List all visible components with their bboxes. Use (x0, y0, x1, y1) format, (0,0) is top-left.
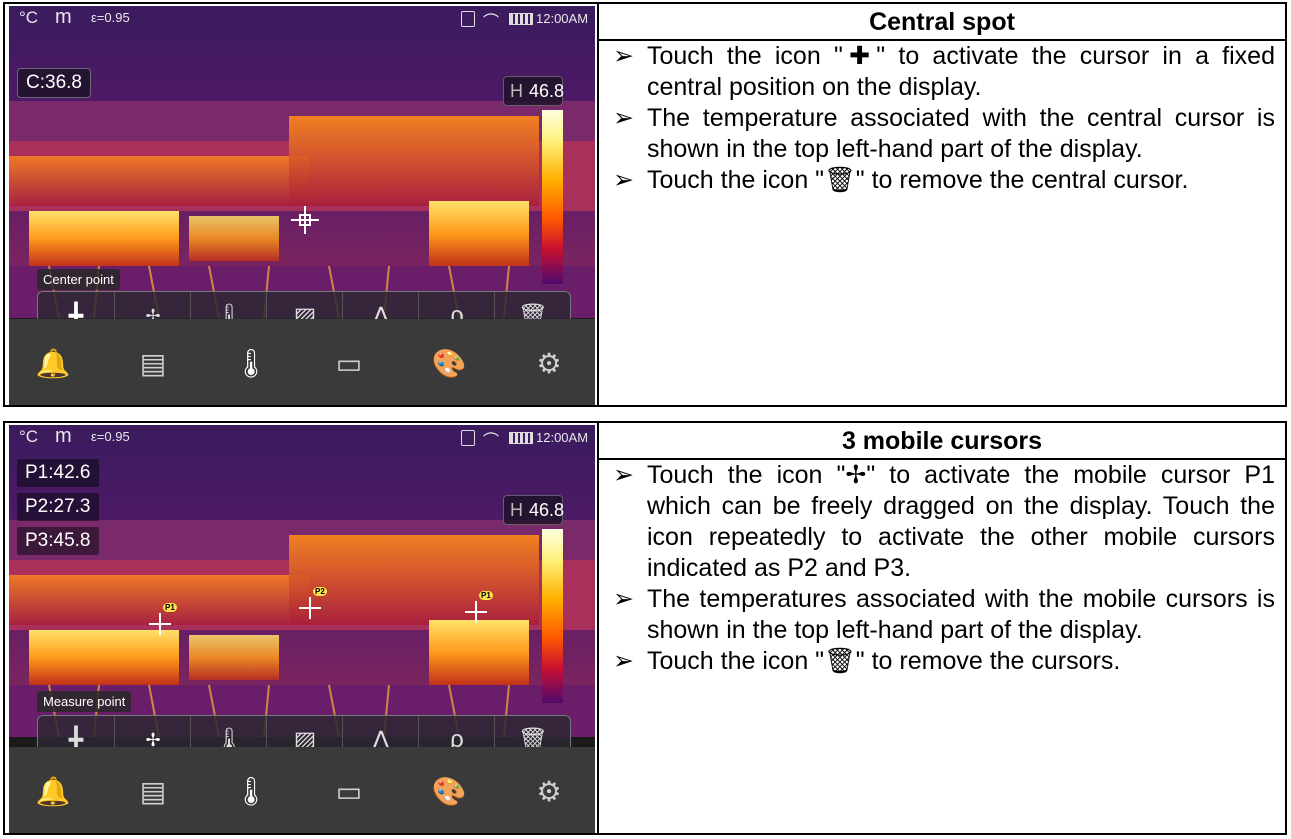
max-temp-box: H 46.8 (503, 76, 565, 106)
center-temp-readout: C:36.8 (17, 68, 91, 98)
section-title: 3 mobile cursors (599, 423, 1285, 460)
measure-mode: m (55, 6, 72, 28)
sd-card-icon (461, 430, 475, 446)
p2-temp-readout: P2:27.3 (17, 493, 99, 521)
bullet-item: ➢ Touch the icon "🗑" to remove the centra… (613, 166, 1189, 194)
sd-card-icon (461, 11, 475, 27)
mobile-cursor-p2[interactable]: P2 (299, 587, 327, 619)
settings-icon[interactable]: ⚙ (525, 343, 573, 383)
battery-icon (509, 13, 533, 25)
status-bar: °C m ε=0.95 ⌒ 12:00AM (9, 425, 595, 451)
max-label: H (510, 81, 523, 101)
settings-icon[interactable]: ⚙ (525, 771, 573, 811)
image-icon[interactable]: ▭ (325, 771, 373, 811)
bullet-item: ➢ Touch the icon "✚" to activate the curs… (613, 42, 1275, 101)
section-title: Central spot (599, 4, 1285, 41)
wifi-icon: ⌒ (483, 14, 500, 31)
p1-temp-readout: P1:42.6 (17, 459, 99, 487)
bottom-nav: 🔔 ▤ 🌡 ▭ 🎨 ⚙ (9, 747, 595, 833)
bullet-list: ➢ Touch the icon "✚" to activate the curs… (599, 41, 1285, 196)
alarm-bell-icon[interactable]: 🔔 (29, 771, 77, 811)
max-temp-box: H 46.8 (503, 495, 565, 525)
color-scale-bar (542, 529, 563, 703)
alarm-bell-icon[interactable]: 🔔 (29, 343, 77, 383)
bottom-nav: 🔔 ▤ 🌡 ▭ 🎨 ⚙ (9, 319, 595, 405)
clock: 12:00AM (536, 430, 589, 445)
bullet-arrow-icon: ➢ (613, 166, 634, 194)
status-bar: °C m ε=0.95 ⌒ 12:00AM (9, 6, 595, 32)
emissivity-value: ε=0.95 (91, 10, 130, 25)
p3-temp-readout: P3:45.8 (17, 527, 99, 555)
bullet-item: ➢ The temperature associated with the cen… (613, 104, 1275, 163)
bullet-item: ➢ Touch the icon "✢" to activate the mobi… (613, 461, 1275, 582)
text-column: Central spot ➢ Touch the icon "✚" to acti… (599, 4, 1285, 196)
temperature-unit: °C (19, 8, 39, 27)
text-column: 3 mobile cursors ➢ Touch the icon "✢" to … (599, 423, 1285, 677)
emissivity-value: ε=0.95 (91, 429, 130, 444)
bullet-arrow-icon: ➢ (613, 647, 634, 675)
temperature-unit: °C (19, 427, 39, 446)
bullet-list: ➢ Touch the icon "✢" to activate the mobi… (599, 460, 1285, 677)
max-label: H (510, 500, 523, 520)
display-icon[interactable]: ▤ (129, 771, 177, 811)
mode-hint: Center point (37, 269, 120, 290)
palette-icon[interactable]: 🎨 (425, 343, 473, 383)
thermometer-icon[interactable]: 🌡 (227, 343, 275, 383)
image-icon[interactable]: ▭ (325, 343, 373, 383)
camera-screen: °C m ε=0.95 ⌒ 12:00AM C:36.8 H 46.8 Cente… (9, 6, 595, 405)
clock: 12:00AM (536, 11, 589, 26)
mobile-cursors-panel: °C m ε=0.95 ⌒ 12:00AM P1:42.6 P2:27.3 P3… (3, 421, 1287, 835)
battery-icon (509, 432, 533, 444)
palette-icon[interactable]: 🎨 (425, 771, 473, 811)
color-scale-bar (542, 110, 563, 284)
center-cursor (291, 206, 319, 234)
mode-hint: Measure point (37, 691, 132, 712)
display-icon[interactable]: ▤ (129, 343, 177, 383)
bullet-arrow-icon: ➢ (613, 461, 634, 489)
max-value: 46.8 (529, 500, 565, 520)
bullet-item: ➢ The temperatures associated with the mo… (613, 585, 1275, 644)
measure-mode: m (55, 425, 72, 447)
mobile-cursor-p3[interactable]: P1 (465, 591, 493, 623)
bullet-arrow-icon: ➢ (613, 104, 634, 132)
bullet-arrow-icon: ➢ (613, 42, 634, 70)
camera-screen: °C m ε=0.95 ⌒ 12:00AM P1:42.6 P2:27.3 P3… (9, 425, 595, 833)
bullet-item: ➢ Touch the icon "🗑" to remove the cursor… (613, 647, 1121, 675)
thermometer-icon[interactable]: 🌡 (227, 771, 275, 811)
wifi-icon: ⌒ (483, 433, 500, 450)
mobile-cursor-p1[interactable]: P1 (149, 603, 177, 635)
max-value: 46.8 (529, 81, 565, 101)
bullet-arrow-icon: ➢ (613, 585, 634, 613)
central-spot-panel: °C m ε=0.95 ⌒ 12:00AM C:36.8 H 46.8 Cente… (3, 2, 1287, 407)
